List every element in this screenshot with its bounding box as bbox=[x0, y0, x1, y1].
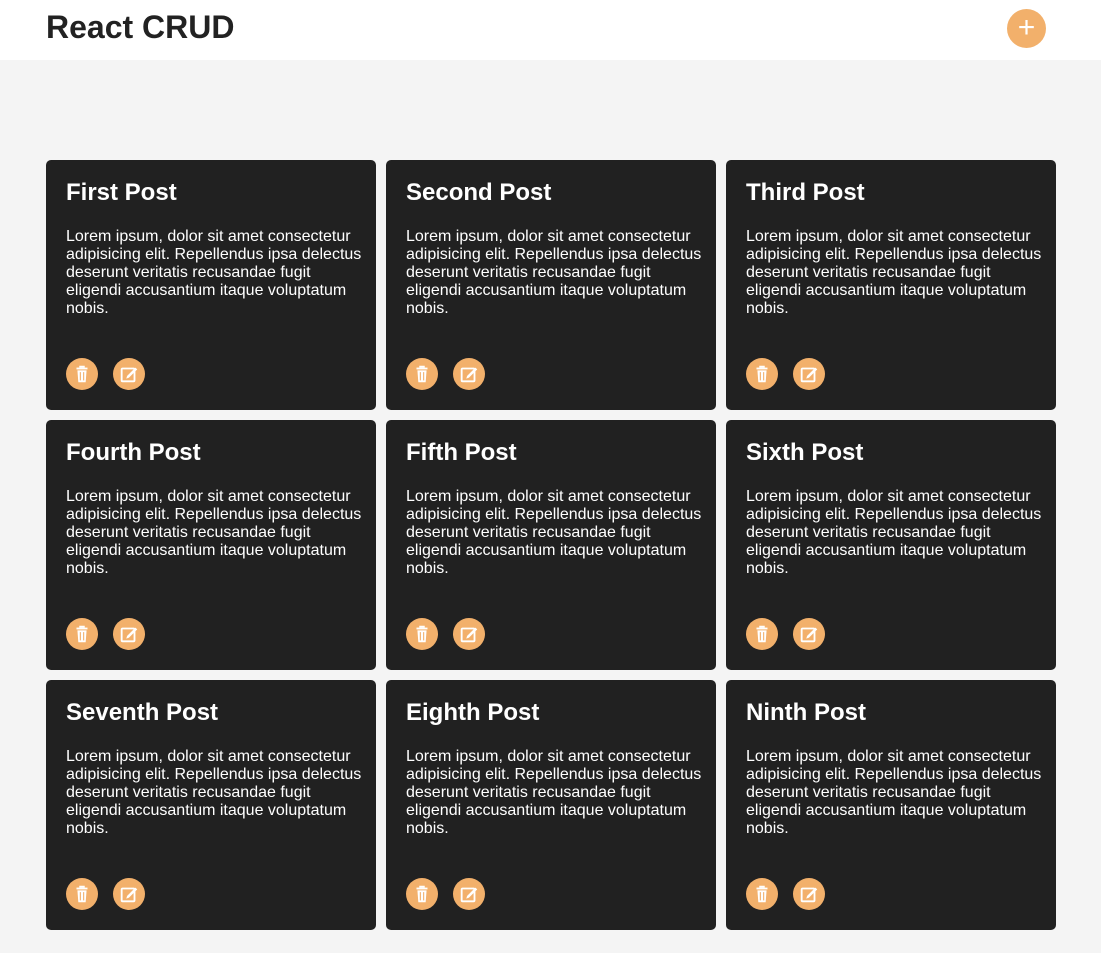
trash-icon bbox=[416, 885, 428, 903]
edit-icon bbox=[800, 367, 818, 383]
trash-icon bbox=[76, 625, 88, 643]
post-title: Third Post bbox=[746, 179, 865, 206]
edit-post-button[interactable] bbox=[793, 358, 825, 390]
edit-post-button[interactable] bbox=[113, 878, 145, 910]
post-title: Fifth Post bbox=[406, 439, 517, 466]
post-title: Fourth Post bbox=[66, 439, 201, 466]
edit-post-button[interactable] bbox=[793, 618, 825, 650]
post-title: Sixth Post bbox=[746, 439, 864, 466]
edit-icon bbox=[120, 887, 138, 903]
trash-icon bbox=[416, 625, 428, 643]
post-card: First Post Lorem ipsum, dolor sit amet c… bbox=[46, 160, 376, 410]
edit-post-button[interactable] bbox=[453, 878, 485, 910]
delete-post-button[interactable] bbox=[406, 358, 438, 390]
trash-icon bbox=[756, 625, 768, 643]
edit-post-button[interactable] bbox=[113, 618, 145, 650]
edit-post-button[interactable] bbox=[113, 358, 145, 390]
post-body: Lorem ipsum, dolor sit amet consectetur … bbox=[66, 488, 362, 577]
delete-post-button[interactable] bbox=[746, 878, 778, 910]
delete-post-button[interactable] bbox=[406, 878, 438, 910]
app-title: React CRUD bbox=[46, 9, 235, 45]
post-card: Fourth Post Lorem ipsum, dolor sit amet … bbox=[46, 420, 376, 670]
delete-post-button[interactable] bbox=[66, 878, 98, 910]
delete-post-button[interactable] bbox=[746, 618, 778, 650]
delete-post-button[interactable] bbox=[406, 618, 438, 650]
post-body: Lorem ipsum, dolor sit amet consectetur … bbox=[66, 748, 362, 837]
trash-icon bbox=[756, 365, 768, 383]
post-body: Lorem ipsum, dolor sit amet consectetur … bbox=[746, 228, 1042, 317]
post-card: Fifth Post Lorem ipsum, dolor sit amet c… bbox=[386, 420, 716, 670]
post-title: First Post bbox=[66, 179, 177, 206]
edit-post-button[interactable] bbox=[453, 358, 485, 390]
delete-post-button[interactable] bbox=[746, 358, 778, 390]
edit-icon bbox=[120, 367, 138, 383]
post-title: Eighth Post bbox=[406, 699, 540, 726]
post-card: Seventh Post Lorem ipsum, dolor sit amet… bbox=[46, 680, 376, 930]
post-card: Ninth Post Lorem ipsum, dolor sit amet c… bbox=[726, 680, 1056, 930]
post-body: Lorem ipsum, dolor sit amet consectetur … bbox=[406, 748, 702, 837]
post-title: Ninth Post bbox=[746, 699, 866, 726]
trash-icon bbox=[756, 885, 768, 903]
post-grid: First Post Lorem ipsum, dolor sit amet c… bbox=[46, 160, 1056, 930]
edit-icon bbox=[460, 627, 478, 643]
app-header: React CRUD + bbox=[0, 0, 1101, 60]
post-card: Eighth Post Lorem ipsum, dolor sit amet … bbox=[386, 680, 716, 930]
edit-post-button[interactable] bbox=[453, 618, 485, 650]
post-card: Third Post Lorem ipsum, dolor sit amet c… bbox=[726, 160, 1056, 410]
post-title: Seventh Post bbox=[66, 699, 219, 726]
edit-icon bbox=[460, 887, 478, 903]
post-body: Lorem ipsum, dolor sit amet consectetur … bbox=[66, 228, 362, 317]
edit-icon bbox=[460, 367, 478, 383]
edit-icon bbox=[800, 627, 818, 643]
edit-icon bbox=[120, 627, 138, 643]
post-body: Lorem ipsum, dolor sit amet consectetur … bbox=[746, 748, 1042, 837]
post-card: Second Post Lorem ipsum, dolor sit amet … bbox=[386, 160, 716, 410]
delete-post-button[interactable] bbox=[66, 618, 98, 650]
post-body: Lorem ipsum, dolor sit amet consectetur … bbox=[406, 228, 702, 317]
post-title: Second Post bbox=[406, 179, 552, 206]
trash-icon bbox=[416, 365, 428, 383]
post-card: Sixth Post Lorem ipsum, dolor sit amet c… bbox=[726, 420, 1056, 670]
edit-post-button[interactable] bbox=[793, 878, 825, 910]
trash-icon bbox=[76, 885, 88, 903]
post-body: Lorem ipsum, dolor sit amet consectetur … bbox=[406, 488, 702, 577]
edit-icon bbox=[800, 887, 818, 903]
trash-icon bbox=[76, 365, 88, 383]
post-body: Lorem ipsum, dolor sit amet consectetur … bbox=[746, 488, 1042, 577]
add-post-button[interactable]: + bbox=[1007, 9, 1046, 48]
delete-post-button[interactable] bbox=[66, 358, 98, 390]
